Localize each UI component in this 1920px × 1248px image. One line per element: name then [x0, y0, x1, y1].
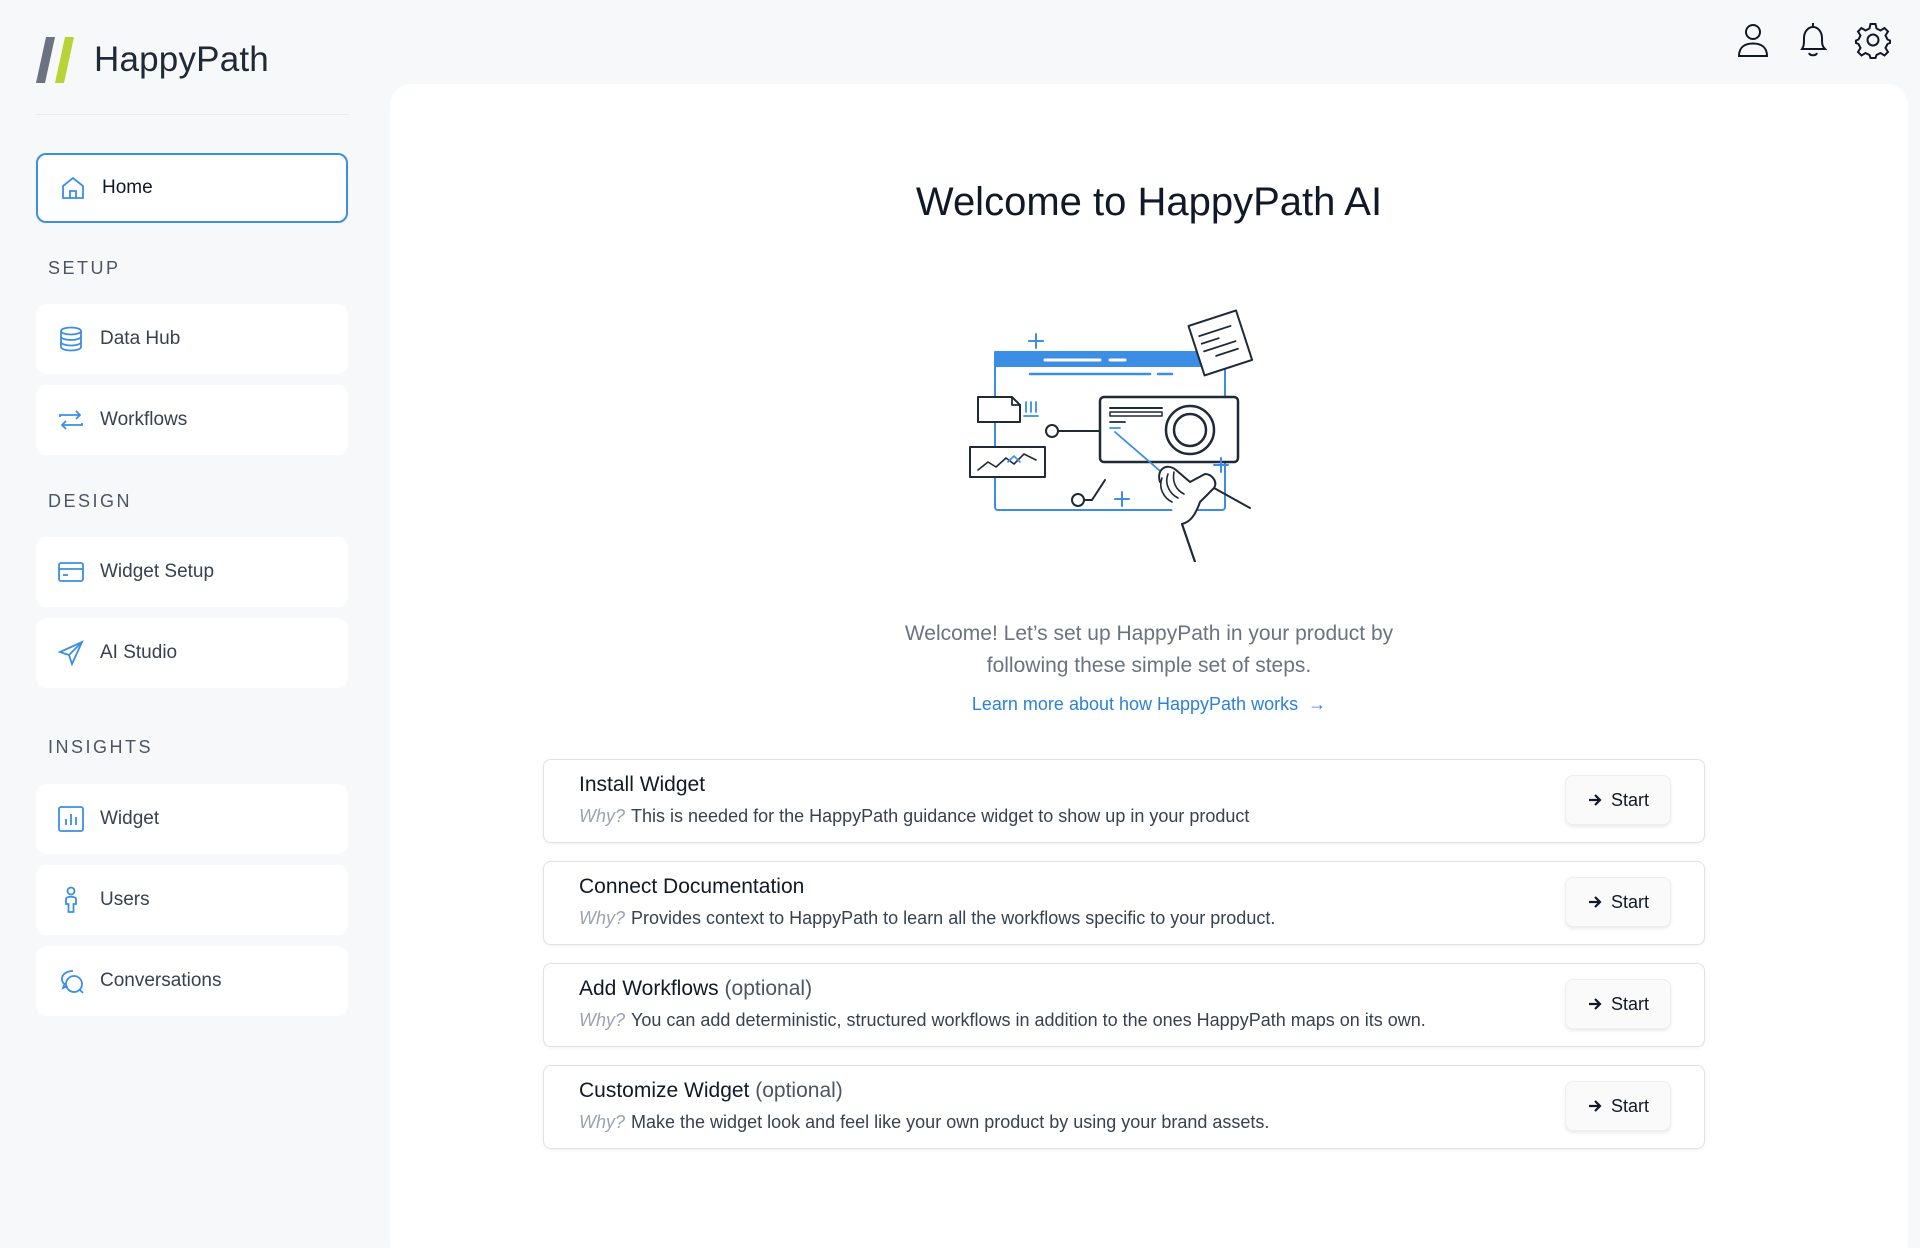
step-title-text: Install Widget [579, 773, 706, 796]
step-desc-text: Provides context to HappyPath to learn a… [631, 908, 1276, 928]
sidebar-item-users[interactable]: Users [36, 865, 348, 935]
sidebar-item-workflows[interactable]: Workflows [36, 385, 348, 455]
intro-text: Welcome! Let’s set up HappyPath in your … [390, 618, 1908, 682]
arrow-right-icon: → [1303, 694, 1327, 714]
step-customize-widget: Customize Widget (optional) Why? Make the… [543, 1065, 1705, 1149]
step-title: Customize Widget (optional) [579, 1079, 843, 1103]
step-desc-text: You can add deterministic, structured wo… [631, 1010, 1426, 1030]
sidebar-item-conversations[interactable]: Conversations [36, 946, 348, 1016]
start-label: Start [1610, 993, 1649, 1014]
section-label-design: DESIGN [48, 491, 133, 511]
setup-steps: Install Widget Why? This is needed for th… [543, 759, 1705, 1167]
start-button[interactable]: Start [1565, 877, 1671, 927]
step-title: Install Widget [579, 773, 705, 797]
logo[interactable]: HappyPath [36, 34, 269, 86]
arrow-right-icon [1588, 896, 1602, 908]
why-label: Why? [579, 908, 626, 928]
arrow-right-icon [1588, 1100, 1602, 1112]
optional-label: (optional) [724, 977, 813, 1000]
bar-chart-icon [56, 804, 86, 834]
repeat-arrows-icon [56, 405, 86, 435]
step-title: Add Workflows (optional) [579, 977, 812, 1001]
gear-icon[interactable] [1854, 20, 1892, 60]
why-label: Why? [579, 1112, 626, 1132]
learn-more-label: Learn more about how HappyPath works [971, 694, 1299, 714]
step-desc-text: Make the widget look and feel like your … [631, 1112, 1270, 1132]
step-title-text: Add Workflows [579, 977, 719, 1000]
step-add-workflows: Add Workflows (optional) Why? You can add… [543, 963, 1705, 1047]
learn-more-link[interactable]: Learn more about how HappyPath works → [390, 694, 1908, 715]
sidebar-item-data-hub[interactable]: Data Hub [36, 304, 348, 374]
chat-bubbles-icon [56, 966, 86, 996]
card-icon [56, 557, 86, 587]
onboarding-illustration [969, 309, 1254, 562]
arrow-right-icon [1588, 998, 1602, 1010]
send-icon [56, 638, 86, 668]
home-icon [58, 173, 88, 203]
sidebar-item-label: Conversations [100, 970, 222, 991]
page-title: Welcome to HappyPath AI [915, 180, 1383, 224]
sidebar-item-label: Data Hub [100, 328, 181, 349]
sidebar-item-label: Workflows [100, 409, 188, 430]
section-label-setup: SETUP [48, 258, 121, 278]
step-description: Why? You can add deterministic, structure… [579, 1010, 1426, 1031]
step-description: Why? This is needed for the HappyPath gui… [579, 806, 1249, 827]
arrow-right-icon [1588, 794, 1602, 806]
bell-icon[interactable] [1794, 20, 1832, 60]
sidebar-item-widget[interactable]: Widget [36, 784, 348, 854]
sidebar-item-label: Users [100, 889, 150, 910]
intro-line-2: following these simple set of steps. [986, 654, 1312, 677]
person-icon [56, 885, 86, 915]
start-button[interactable]: Start [1565, 1081, 1671, 1131]
database-icon [56, 324, 86, 354]
logo-slashes-icon [36, 37, 74, 83]
logo-divider [36, 114, 349, 115]
step-install-widget: Install Widget Why? This is needed for th… [543, 759, 1705, 843]
sidebar-item-label: AI Studio [100, 642, 178, 663]
why-label: Why? [579, 1010, 626, 1030]
brand-name: HappyPath [94, 40, 269, 79]
sidebar-item-label: Widget Setup [100, 561, 215, 582]
step-description: Why? Provides context to HappyPath to lea… [579, 908, 1275, 929]
why-label: Why? [579, 806, 626, 826]
sidebar-item-widget-setup[interactable]: Widget Setup [36, 537, 348, 607]
start-label: Start [1610, 1095, 1649, 1116]
step-title: Connect Documentation [579, 875, 804, 899]
intro-line-1: Welcome! Let’s set up HappyPath in your … [904, 622, 1394, 645]
step-title-text: Customize Widget [579, 1079, 750, 1102]
sidebar-item-home[interactable]: Home [36, 153, 348, 223]
start-label: Start [1610, 789, 1649, 810]
start-label: Start [1610, 891, 1649, 912]
start-button[interactable]: Start [1565, 775, 1671, 825]
section-label-insights: INSIGHTS [48, 737, 154, 757]
sidebar: HappyPath Home SETUP Data Hub Workflows … [0, 0, 390, 1248]
sidebar-item-label: Home [102, 177, 153, 198]
start-button[interactable]: Start [1565, 979, 1671, 1029]
sidebar-item-label: Widget [100, 808, 160, 829]
step-description: Why? Make the widget look and feel like y… [579, 1112, 1269, 1133]
sidebar-item-ai-studio[interactable]: AI Studio [36, 618, 348, 688]
step-desc-text: This is needed for the HappyPath guidanc… [631, 806, 1250, 826]
header-icons [1734, 20, 1892, 60]
optional-label: (optional) [755, 1079, 843, 1102]
user-icon[interactable] [1734, 20, 1772, 60]
step-connect-documentation: Connect Documentation Why? Provides conte… [543, 861, 1705, 945]
main-content: Welcome to HappyPath AI Welcome! Let’s s… [390, 84, 1908, 1248]
step-title-text: Connect Documentation [579, 875, 805, 898]
